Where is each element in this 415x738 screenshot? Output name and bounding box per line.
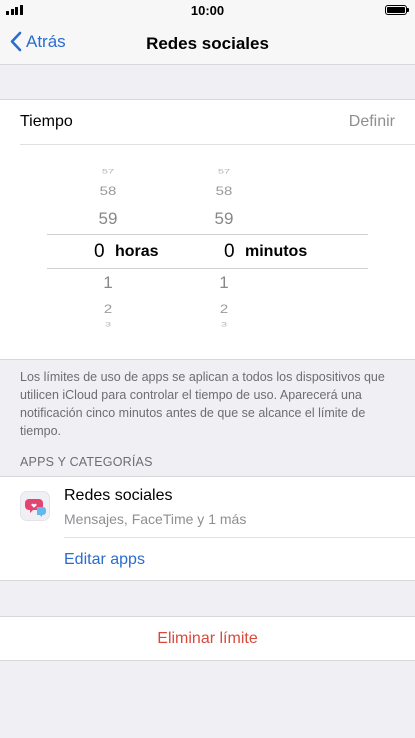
picker-option: 57 — [217, 168, 231, 176]
picker-selection-top — [47, 234, 368, 235]
picker-option: 58 — [99, 184, 117, 199]
apps-section: Redes sociales Mensajes, FaceTime y 1 má… — [0, 476, 415, 581]
hours-selected-value: 0 — [94, 241, 105, 262]
divider — [20, 144, 415, 145]
info-footer: Los límites de uso de apps se aplican a … — [20, 370, 385, 438]
time-value: Definir — [348, 113, 395, 130]
picker-option: 3 — [104, 321, 112, 329]
delete-limit-button[interactable]: Eliminar límite — [0, 616, 415, 661]
picker-option: 57 — [101, 168, 115, 176]
edit-apps-button[interactable]: Editar apps — [64, 551, 145, 569]
picker-option: 2 — [103, 302, 113, 317]
category-subtitle: Mensajes, FaceTime y 1 más — [64, 511, 247, 527]
picker-option: 1 — [103, 273, 113, 292]
delete-limit-label: Eliminar límite — [157, 630, 258, 647]
picker-option: 59 — [214, 209, 234, 228]
status-time: 10:00 — [190, 3, 225, 18]
hours-unit-label: horas — [115, 243, 159, 260]
divider — [64, 537, 415, 538]
picker-option: 2 — [219, 302, 229, 317]
picker-selection-bottom — [47, 268, 368, 269]
page-title: Redes sociales — [146, 34, 269, 53]
picker-option: 59 — [98, 209, 118, 228]
time-label: Tiempo — [20, 113, 73, 130]
time-row[interactable]: Tiempo Definir — [0, 100, 415, 144]
status-bar: 10:00 — [0, 0, 415, 22]
picker-option: 58 — [215, 184, 233, 199]
navigation-bar: Atrás Redes sociales — [0, 22, 415, 65]
picker-option: 3 — [220, 321, 228, 329]
minutes-selected-value: 0 — [224, 241, 235, 262]
minutes-unit-label: minutos — [245, 243, 308, 260]
section-header: APPS Y CATEGORÍAS — [20, 455, 153, 469]
picker-option: 1 — [219, 273, 229, 292]
battery-icon — [385, 5, 409, 15]
time-section: Tiempo Definir 57 58 59 1 2 3 57 58 59 1… — [0, 99, 415, 360]
social-chat-icon — [20, 491, 50, 521]
category-name: Redes sociales — [64, 487, 173, 504]
